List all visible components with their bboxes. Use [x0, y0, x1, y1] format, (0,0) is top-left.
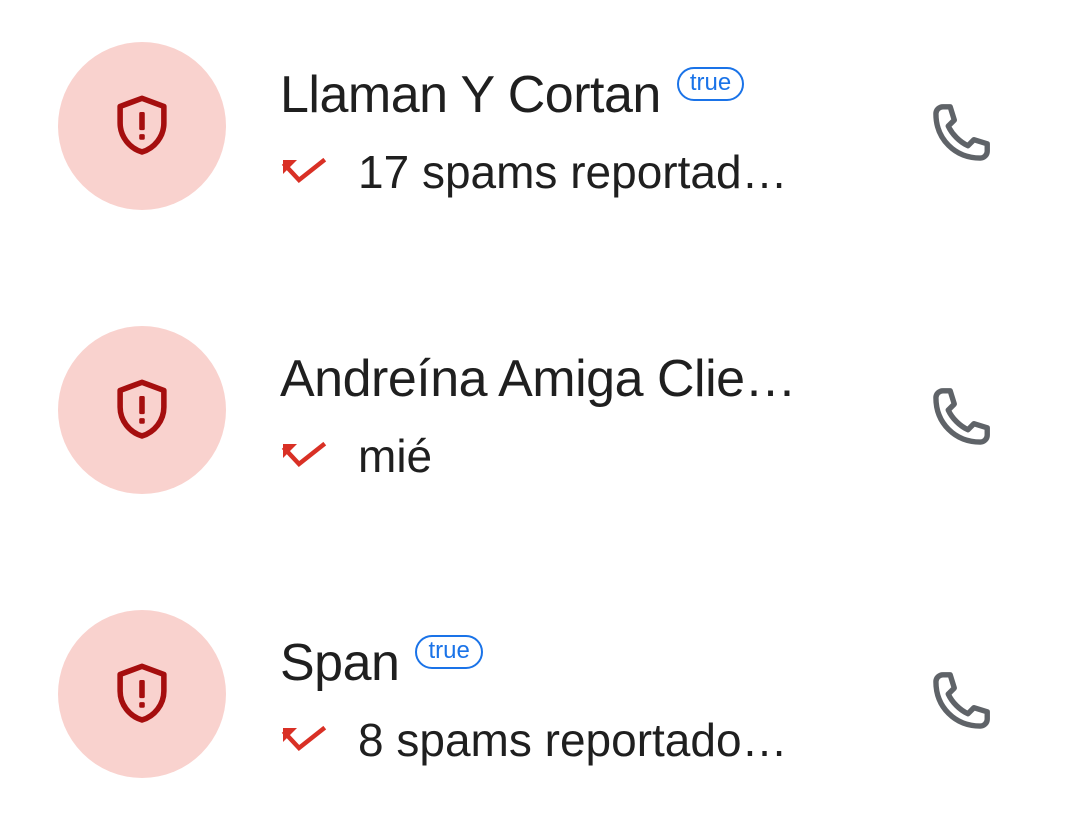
- status-badge: true: [676, 67, 745, 101]
- call-log-entry[interactable]: Andreína Amiga Clie… mié: [0, 326, 1065, 546]
- spam-avatar[interactable]: [58, 42, 226, 210]
- shield-alert-icon: [117, 95, 167, 155]
- contact-name: Andreína Amiga Clie…: [280, 350, 797, 408]
- contact-name: Llaman Y Cortan: [280, 66, 661, 124]
- missed-call-icon: [281, 725, 327, 752]
- spam-avatar[interactable]: [58, 326, 226, 494]
- call-log-entry[interactable]: Llaman Y Cortan true 17 spams reportad…: [0, 42, 1065, 262]
- call-log-list: Llaman Y Cortan true 17 spams reportad…: [0, 0, 1065, 812]
- call-detail-text: mié: [358, 430, 433, 482]
- phone-icon: [933, 104, 990, 161]
- call-detail-line: mié: [280, 428, 432, 484]
- shield-alert-icon: [117, 379, 167, 439]
- missed-call-icon: [281, 157, 327, 184]
- call-detail-text: 17 spams reportad…: [358, 146, 788, 198]
- phone-icon: [933, 388, 990, 445]
- call-detail-line: 17 spams reportad…: [280, 144, 788, 200]
- contact-name-line: Llaman Y Cortan true: [280, 64, 745, 126]
- shield-alert-icon: [117, 663, 167, 723]
- spam-avatar[interactable]: [58, 610, 226, 778]
- contact-name: Span: [280, 634, 400, 692]
- status-badge: true: [415, 635, 483, 669]
- call-button[interactable]: [912, 86, 1008, 182]
- call-log-entry[interactable]: Span true 8 spams reportado…: [0, 610, 1065, 830]
- phone-icon: [933, 672, 990, 729]
- call-button[interactable]: [912, 654, 1008, 750]
- contact-name-line: Andreína Amiga Clie…: [280, 348, 797, 410]
- missed-call-icon: [281, 441, 327, 468]
- call-detail-text: 8 spams reportado…: [358, 714, 788, 766]
- contact-name-line: Span true: [280, 632, 483, 694]
- call-detail-line: 8 spams reportado…: [280, 712, 788, 768]
- call-button[interactable]: [912, 370, 1008, 466]
